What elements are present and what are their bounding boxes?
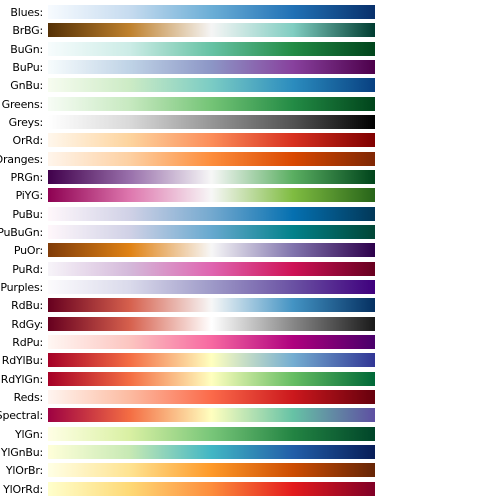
palette-label: OrRd: xyxy=(12,134,43,148)
palette-row: RdYlBu: xyxy=(0,352,500,370)
palette-gradient-bar xyxy=(48,151,375,166)
palette-row: BrBG: xyxy=(0,22,500,40)
palette-row: YlOrBr: xyxy=(0,462,500,480)
palette-row: YlOrRd: xyxy=(0,481,500,499)
palette-label: Spectral: xyxy=(0,409,43,423)
palette-gradient-bar xyxy=(48,243,375,258)
palette-list: Blues: BrBG: BuGn: BuPu: GnBu: Greens: Greys: O… xyxy=(0,4,500,499)
palette-row: RdPu: xyxy=(0,334,500,352)
palette-label: PRGn: xyxy=(10,170,44,184)
palette-label: PuOr: xyxy=(13,244,43,258)
palette-row: Spectral: xyxy=(0,407,500,425)
palette-row: Greens: xyxy=(0,96,500,114)
palette-gradient-bar xyxy=(48,334,375,349)
palette-gradient-bar xyxy=(48,261,375,276)
palette-row: PuBuGn: xyxy=(0,224,500,242)
palette-label: Greys: xyxy=(8,115,44,129)
palette-label: GnBu: xyxy=(10,79,43,93)
palette-gradient-bar xyxy=(48,78,375,93)
palette-row: GnBu: xyxy=(0,77,500,95)
palette-row: Purples: xyxy=(0,279,500,297)
palette-label: Purples: xyxy=(0,280,43,294)
palette-row: PiYG: xyxy=(0,187,500,205)
palette-gradient-bar xyxy=(48,133,375,148)
palette-gradient-bar xyxy=(48,59,375,74)
palette-row: PuOr: xyxy=(0,242,500,260)
palette-row: Blues: xyxy=(0,4,500,22)
palette-gradient-bar xyxy=(48,463,375,478)
palette-gradient-bar xyxy=(48,5,375,19)
palette-row: PuRd: xyxy=(0,261,500,279)
palette-label: BuPu: xyxy=(12,60,43,74)
palette-label: YlGn: xyxy=(15,427,43,441)
palette-gradient-bar xyxy=(48,224,375,239)
palette-label: PuBu: xyxy=(12,207,43,221)
palette-label: RdBu: xyxy=(11,299,43,313)
palette-gradient-bar xyxy=(48,444,375,459)
palette-row: Greys: xyxy=(0,114,500,132)
palette-label: RdPu: xyxy=(12,335,43,349)
palette-gradient-bar xyxy=(48,298,375,313)
palette-gradient-bar xyxy=(48,371,375,386)
palette-row: RdGy: xyxy=(0,316,500,334)
palette-row: RdYlGn: xyxy=(0,371,500,389)
palette-gradient-bar xyxy=(48,426,375,441)
palette-gradient-bar xyxy=(48,96,375,111)
palette-label: RdYlBu: xyxy=(1,354,43,368)
palette-row: BuPu: xyxy=(0,59,500,77)
palette-label: BrBG: xyxy=(12,24,43,38)
palette-gradient-bar xyxy=(48,481,375,496)
palette-row: YlGn: xyxy=(0,426,500,444)
palette-label: Greens: xyxy=(1,97,44,111)
palette-row: Oranges: xyxy=(0,151,500,169)
palette-gradient-bar xyxy=(48,353,375,368)
palette-row: RdBu: xyxy=(0,297,500,315)
palette-label: Blues: xyxy=(10,6,43,19)
palette-label: PiYG: xyxy=(15,189,44,203)
palette-gradient-bar xyxy=(48,279,375,294)
palette-gradient-bar xyxy=(48,316,375,331)
palette-label: YlOrBr: xyxy=(5,464,43,478)
palette-row: BuGn: xyxy=(0,41,500,59)
palette-label: YlOrRd: xyxy=(3,482,43,496)
palette-label: YlGnBu: xyxy=(0,445,43,459)
palette-row: PRGn: xyxy=(0,169,500,187)
palette-gradient-bar xyxy=(48,206,375,221)
palette-label: RdYlGn: xyxy=(0,372,43,386)
palette-label: PuBuGn: xyxy=(0,225,43,239)
palette-gradient-bar xyxy=(48,169,375,184)
palette-gradient-bar xyxy=(48,188,375,203)
palette-label: Reds: xyxy=(13,390,44,404)
palette-row: Reds: xyxy=(0,389,500,407)
palette-label: RdGy: xyxy=(11,317,43,331)
palette-row: YlGnBu: xyxy=(0,444,500,462)
palette-gradient-bar xyxy=(48,389,375,404)
palette-row: PuBu: xyxy=(0,206,500,224)
palette-gradient-bar xyxy=(48,408,375,423)
palette-label: BuGn: xyxy=(10,42,43,56)
palette-label: Oranges: xyxy=(0,152,43,166)
palette-row: OrRd: xyxy=(0,132,500,150)
palette-label: PuRd: xyxy=(12,262,43,276)
palette-gradient-bar xyxy=(48,114,375,129)
palette-gradient-bar xyxy=(48,41,375,56)
palette-gradient-bar xyxy=(48,23,375,38)
